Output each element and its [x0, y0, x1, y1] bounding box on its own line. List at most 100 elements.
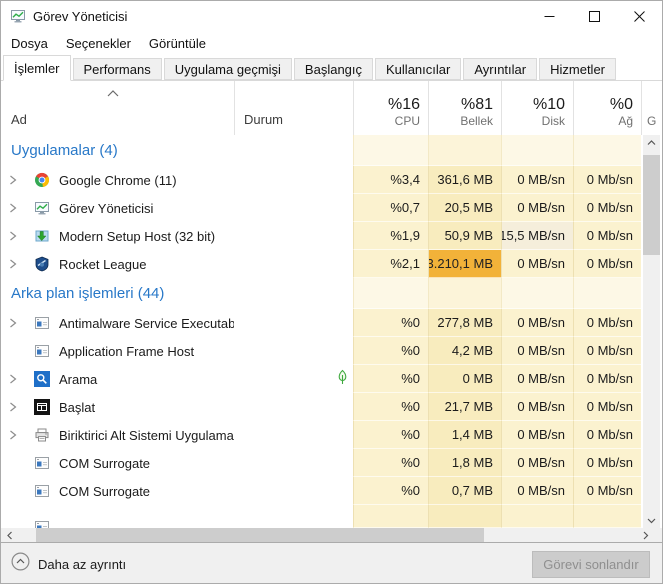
- disk-cell: 0 MB/sn: [501, 309, 573, 337]
- expand-chevron-icon[interactable]: [9, 371, 23, 387]
- process-row[interactable]: Modern Setup Host (32 bit)%1,950,9 MB15,…: [1, 222, 662, 250]
- network-cell: 0 Mb/sn: [573, 449, 641, 477]
- column-header-name[interactable]: Ad: [1, 81, 234, 135]
- close-button[interactable]: [617, 1, 662, 31]
- column-header-status[interactable]: Durum: [234, 81, 353, 135]
- process-name: COM Surrogate: [59, 456, 150, 471]
- status-cell: [234, 477, 353, 505]
- process-row[interactable]: Biriktirici Alt Sistemi Uygulaması%01,4 …: [1, 421, 662, 449]
- status-cell: [234, 166, 353, 194]
- column-header-ag[interactable]: %0Ağ: [573, 81, 641, 135]
- process-name-cell: Rocket League: [1, 250, 234, 278]
- network-cell: 0 Mb/sn: [573, 166, 641, 194]
- memory-cell: 0,7 MB: [428, 477, 501, 505]
- circle-chevron-up-icon: [11, 552, 30, 576]
- process-row[interactable]: Google Chrome (11)%3,4361,6 MB0 MB/sn0 M…: [1, 166, 662, 194]
- status-cell: [234, 505, 353, 528]
- process-row[interactable]: COM Surrogate%01,8 MB0 MB/sn0 Mb/sn: [1, 449, 662, 477]
- memory-cell: 50,9 MB: [428, 222, 501, 250]
- process-row[interactable]: Görev Yöneticisi%0,720,5 MB0 MB/sn0 Mb/s…: [1, 194, 662, 222]
- cpu-cell: %2,1: [353, 250, 428, 278]
- scroll-up-button[interactable]: [643, 135, 660, 150]
- column-header-disk[interactable]: %10Disk: [501, 81, 573, 135]
- expand-chevron-icon[interactable]: [9, 256, 23, 272]
- disk-cell: 0 MB/sn: [501, 365, 573, 393]
- scroll-right-button[interactable]: [637, 528, 654, 542]
- cpu-cell: %0: [353, 309, 428, 337]
- process-row[interactable]: Rocket League%2,13.210,1 MB0 MB/sn0 Mb/s…: [1, 250, 662, 278]
- status-cell: [234, 250, 353, 278]
- menu-item-secenekler[interactable]: Seçenekler: [57, 33, 140, 54]
- process-row[interactable]: COM Surrogate%00,7 MB0 MB/sn0 Mb/sn: [1, 477, 662, 505]
- horizontal-scrollbar-thumb[interactable]: [36, 528, 484, 542]
- maximize-button[interactable]: [572, 1, 617, 31]
- printer-spooler-icon: [34, 427, 50, 443]
- process-name: Görev Yöneticisi: [59, 201, 153, 216]
- window-controls: [527, 1, 662, 31]
- tab-kullanicilar[interactable]: Kullanıcılar: [375, 58, 461, 80]
- cpu-cell: %0: [353, 365, 428, 393]
- memory-cell: 21,7 MB: [428, 393, 501, 421]
- end-task-button[interactable]: Görevi sonlandır: [532, 551, 650, 578]
- usage-column-headers: %16CPU%81Bellek%10Disk%0Ağ: [353, 81, 641, 135]
- memory-cell: 277,8 MB: [428, 309, 501, 337]
- total-usage-percent: %16: [388, 95, 420, 114]
- expand-chevron-icon[interactable]: [9, 399, 23, 415]
- memory-cell: 0 MB: [428, 365, 501, 393]
- tab-ayrintilar[interactable]: Ayrıntılar: [463, 58, 537, 80]
- horizontal-scrollbar[interactable]: [1, 528, 662, 542]
- process-group-header[interactable]: Arka plan işlemleri (44): [1, 278, 662, 309]
- process-row[interactable]: Antimalware Service Executable %0277,8 MB…: [1, 309, 662, 337]
- fewer-details-toggle[interactable]: Daha az ayrıntı: [11, 552, 126, 576]
- process-row[interactable]: Başlat%021,7 MB0 MB/sn0 Mb/sn: [1, 393, 662, 421]
- maximize-icon: [589, 11, 600, 22]
- task-manager-icon: [34, 200, 50, 216]
- expand-chevron-icon[interactable]: [9, 427, 23, 443]
- fewer-details-label: Daha az ayrıntı: [38, 557, 126, 572]
- vertical-scrollbar[interactable]: [643, 135, 660, 528]
- disk-cell: 0 MB/sn: [501, 393, 573, 421]
- expand-chevron-icon[interactable]: [9, 228, 23, 244]
- expand-chevron-icon[interactable]: [9, 200, 23, 216]
- memory-cell: 1,4 MB: [428, 421, 501, 449]
- scroll-left-button[interactable]: [1, 528, 18, 542]
- status-cell: [234, 222, 353, 250]
- tab-i-slemler[interactable]: İşlemler: [3, 55, 71, 81]
- tab-hizmetler[interactable]: Hizmetler: [539, 58, 616, 80]
- process-row[interactable]: [1, 505, 662, 528]
- tab-performans[interactable]: Performans: [73, 58, 162, 80]
- scroll-down-button[interactable]: [643, 513, 660, 528]
- disk-cell: 0 MB/sn: [501, 194, 573, 222]
- minimize-button[interactable]: [527, 1, 572, 31]
- process-row[interactable]: Arama%00 MB0 MB/sn0 Mb/sn: [1, 365, 662, 393]
- vertical-scrollbar-thumb[interactable]: [643, 155, 660, 255]
- column-header-bellek[interactable]: %81Bellek: [428, 81, 501, 135]
- generic-process-icon: [34, 519, 50, 528]
- chevron-right-icon: [643, 531, 649, 540]
- column-header-gpu-partial[interactable]: G: [641, 81, 662, 135]
- expand-chevron-icon[interactable]: [9, 315, 23, 331]
- expand-chevron-icon[interactable]: [9, 172, 23, 188]
- column-header-gpu-label: G: [647, 114, 656, 128]
- group-heat-cell: [573, 135, 641, 166]
- titlebar: Görev Yöneticisi: [1, 1, 662, 31]
- process-name: Antimalware Service Executable: [59, 316, 234, 331]
- column-header-cpu[interactable]: %16CPU: [353, 81, 428, 135]
- memory-cell: 4,2 MB: [428, 337, 501, 365]
- tab-baslangic[interactable]: Başlangıç: [294, 58, 373, 80]
- menu-item-dosya[interactable]: Dosya: [2, 33, 57, 54]
- rocket-league-icon: [34, 256, 50, 272]
- group-heat-cell: [573, 278, 641, 309]
- menu-item-goruntule[interactable]: Görüntüle: [140, 33, 215, 54]
- process-name: Rocket League: [59, 257, 146, 272]
- process-name-cell: [1, 505, 234, 528]
- chevron-up-icon: [647, 140, 656, 146]
- process-name: Application Frame Host: [59, 344, 194, 359]
- process-name-cell: Başlat: [1, 393, 234, 421]
- process-group-header[interactable]: Uygulamalar (4): [1, 135, 662, 166]
- tab-uygulama-gecmisi[interactable]: Uygulama geçmişi: [164, 58, 292, 80]
- disk-cell: [501, 505, 573, 528]
- process-row[interactable]: Application Frame Host%04,2 MB0 MB/sn0 M…: [1, 337, 662, 365]
- process-name-cell: Görev Yöneticisi: [1, 194, 234, 222]
- column-header-label: Disk: [542, 114, 565, 129]
